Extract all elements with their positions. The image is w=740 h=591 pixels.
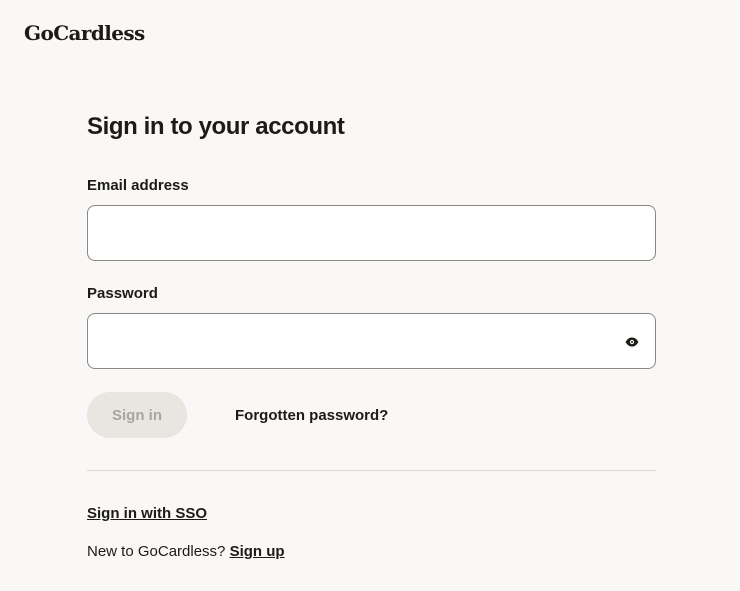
password-field-wrapper — [87, 313, 656, 369]
sign-in-with-sso-link[interactable]: Sign in with SSO — [87, 504, 207, 524]
form-actions: Sign in Forgotten password? — [87, 392, 656, 438]
divider — [87, 470, 656, 471]
email-label: Email address — [87, 177, 189, 194]
email-field[interactable] — [88, 206, 655, 260]
eye-icon-graphic — [625, 337, 639, 347]
password-label: Password — [87, 285, 158, 302]
sign-in-button[interactable]: Sign in — [87, 392, 187, 438]
email-field-wrapper — [87, 205, 656, 261]
signin-form: Sign in to your account Email address Pa… — [87, 110, 656, 562]
password-field[interactable] — [88, 314, 655, 368]
sign-up-link[interactable]: Sign up — [230, 543, 285, 560]
forgot-password-link[interactable]: Forgotten password? — [235, 407, 388, 424]
page-title: Sign in to your account — [87, 113, 345, 140]
signup-prompt: New to GoCardless? — [87, 543, 230, 560]
eye-icon[interactable] — [623, 333, 641, 351]
signup-row: New to GoCardless? Sign up — [87, 542, 656, 562]
gocardless-logo[interactable]: GoCardless — [24, 20, 145, 46]
